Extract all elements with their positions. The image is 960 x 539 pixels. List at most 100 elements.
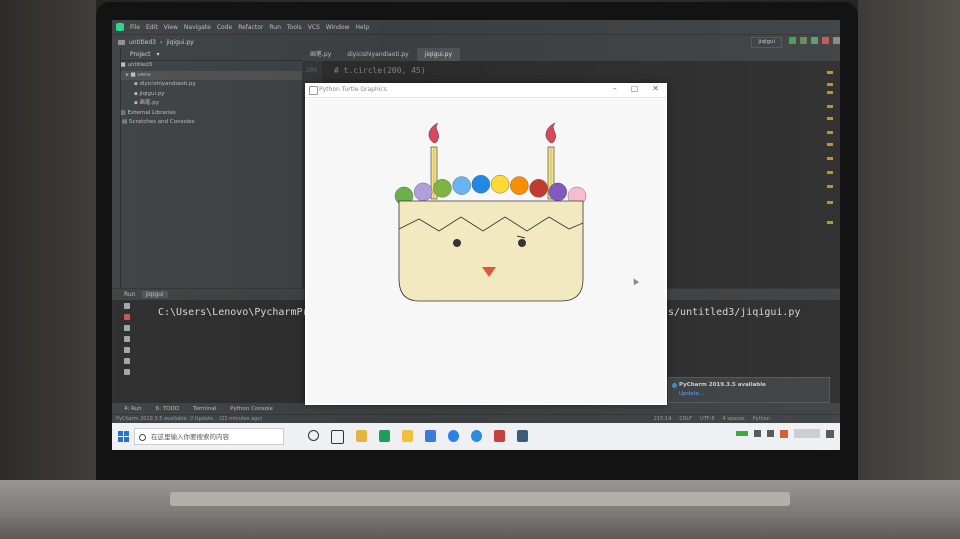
tool-python-console[interactable]: Python Console: [230, 406, 273, 412]
decoration-balls: [394, 174, 587, 206]
run-tool-buttons: [124, 303, 134, 380]
breadcrumb-project[interactable]: untitled3: [129, 39, 156, 46]
task-view-icon[interactable]: [331, 430, 344, 444]
menu-vcs[interactable]: VCS: [308, 24, 320, 31]
windows-start-icon[interactable]: [118, 431, 129, 442]
trash-icon[interactable]: [124, 369, 130, 375]
mail-icon[interactable]: [494, 430, 505, 442]
laptop-base: [0, 480, 960, 539]
tab-diyici[interactable]: diyicishiyandiaoti.py: [339, 48, 416, 61]
menu-window[interactable]: Window: [326, 24, 350, 31]
turtle-window-titlebar[interactable]: Python Turtle Graphics – ▢ ✕: [305, 83, 667, 98]
cake-drawing: [394, 122, 587, 302]
console-output-left: C:\Users\Lenovo\PycharmProj: [158, 307, 321, 318]
tool-todo[interactable]: 6: TODO: [156, 406, 179, 412]
run-tab[interactable]: jiqigui: [141, 291, 168, 298]
menu-tools[interactable]: Tools: [287, 24, 302, 31]
tree-item-file[interactable]: ▪ jiqigui.py: [116, 90, 302, 100]
tab-huabi[interactable]: 画笔.py: [302, 48, 339, 61]
stop-run-icon[interactable]: [124, 314, 130, 320]
scroll-icon[interactable]: [124, 325, 130, 331]
python-feather-icon: [309, 86, 318, 95]
cortana-icon[interactable]: [308, 430, 319, 441]
update-notification[interactable]: PyCharm 2019.3.5 available Update...: [668, 377, 830, 403]
browser-icon[interactable]: [448, 430, 459, 442]
pin-icon[interactable]: [124, 347, 130, 353]
turtle-canvas[interactable]: [307, 99, 665, 403]
tree-item-file[interactable]: ▪ 画笔.py: [116, 99, 302, 109]
clock[interactable]: [794, 429, 820, 438]
battery-icon[interactable]: [736, 431, 748, 436]
code-line[interactable]: # t.circle(200, 45): [334, 66, 426, 75]
project-panel-header: Project ▾: [112, 48, 302, 61]
close-icon[interactable]: ✕: [652, 84, 659, 93]
status-position[interactable]: 215:14: [654, 416, 672, 422]
turtle-graphics-window[interactable]: Python Turtle Graphics – ▢ ✕: [305, 83, 667, 405]
explorer-icon[interactable]: [356, 430, 367, 442]
project-tree: ▾ ■ untitled3 ▸ ■ venv ▪ diyicishiyandia…: [112, 61, 302, 128]
tree-item-venv[interactable]: ▸ ■ venv: [116, 70, 302, 80]
project-panel-title[interactable]: Project: [130, 51, 151, 58]
folder-icon[interactable]: [402, 430, 413, 442]
menu-run[interactable]: Run: [269, 24, 281, 31]
status-encoding[interactable]: UTF-8: [700, 416, 715, 422]
breadcrumb-file[interactable]: jiqigui.py: [166, 39, 193, 46]
run-config-select[interactable]: jiqigui: [751, 37, 782, 48]
menu-view[interactable]: View: [164, 24, 178, 31]
tree-item-file[interactable]: ▪ diyicishiyandiaoti.py: [116, 80, 302, 90]
line-number: 209: [306, 67, 317, 74]
menu-help[interactable]: Help: [355, 24, 369, 31]
left-eye: [453, 239, 461, 247]
wrap-icon[interactable]: [124, 336, 130, 342]
tree-item-libraries[interactable]: ▸ ▥ External Libraries: [116, 109, 302, 119]
menu-refactor[interactable]: Refactor: [238, 24, 263, 31]
status-line-sep[interactable]: CRLF: [679, 416, 692, 422]
search-placeholder: 在这里输入你要搜索的内容: [151, 433, 229, 441]
coverage-icon[interactable]: [811, 37, 818, 44]
tree-item-root[interactable]: ▾ ■ untitled3: [116, 61, 302, 71]
menu-navigate[interactable]: Navigate: [184, 24, 211, 31]
pycharm-taskbar-icon[interactable]: [379, 430, 390, 442]
maximize-icon[interactable]: ▢: [631, 84, 639, 93]
background-wall-left: [0, 0, 96, 480]
menu-bar: File Edit View Navigate Code Refactor Ru…: [112, 20, 840, 34]
info-icon: [672, 383, 677, 388]
decoration-ball: [529, 179, 548, 198]
print-icon[interactable]: [124, 358, 130, 364]
edge-icon[interactable]: [471, 430, 482, 442]
system-tray: [736, 429, 834, 438]
decoration-ball: [413, 182, 433, 202]
rerun-icon[interactable]: [124, 303, 130, 309]
volume-icon[interactable]: [767, 430, 774, 437]
status-indent[interactable]: 4 spaces: [723, 416, 745, 422]
tab-jiqigui[interactable]: jiqigui.py: [416, 48, 461, 61]
turtle-taskbar-icon[interactable]: [517, 430, 528, 442]
update-link[interactable]: Update...: [679, 391, 704, 397]
network-icon[interactable]: [754, 430, 761, 437]
run-icon[interactable]: [789, 37, 796, 44]
status-interpreter[interactable]: Python: [753, 416, 770, 422]
menu-file[interactable]: File: [130, 24, 140, 31]
store-icon[interactable]: [425, 430, 436, 442]
background-wall-right: [858, 0, 960, 480]
minimize-icon[interactable]: –: [613, 84, 617, 93]
taskbar-search-input[interactable]: 在这里输入你要搜索的内容: [134, 428, 284, 445]
cake-body: [398, 200, 584, 302]
tool-terminal[interactable]: Terminal: [193, 406, 216, 412]
search-icon: [139, 434, 146, 441]
tree-item-scratches[interactable]: ▤ Scratches and Consoles: [116, 118, 302, 128]
input-method-icon[interactable]: [780, 429, 788, 438]
debug-icon[interactable]: [800, 37, 807, 44]
menu-edit[interactable]: Edit: [146, 24, 158, 31]
search-icon[interactable]: [833, 37, 840, 44]
editor-scrollbar[interactable]: [822, 61, 840, 288]
decoration-ball: [548, 182, 568, 202]
status-message[interactable]: PyCharm 2019.3.5 available: // Update...…: [116, 416, 262, 422]
menu-code[interactable]: Code: [217, 24, 232, 31]
project-panel: Project ▾ ▾ ■ untitled3 ▸ ■ venv ▪ diyic…: [112, 48, 302, 288]
chevron-down-icon[interactable]: ▾: [157, 51, 160, 58]
decoration-ball: [510, 176, 529, 195]
tool-run[interactable]: 4: Run: [124, 406, 142, 412]
stop-icon[interactable]: [822, 37, 829, 44]
notification-center-icon[interactable]: [826, 429, 834, 438]
